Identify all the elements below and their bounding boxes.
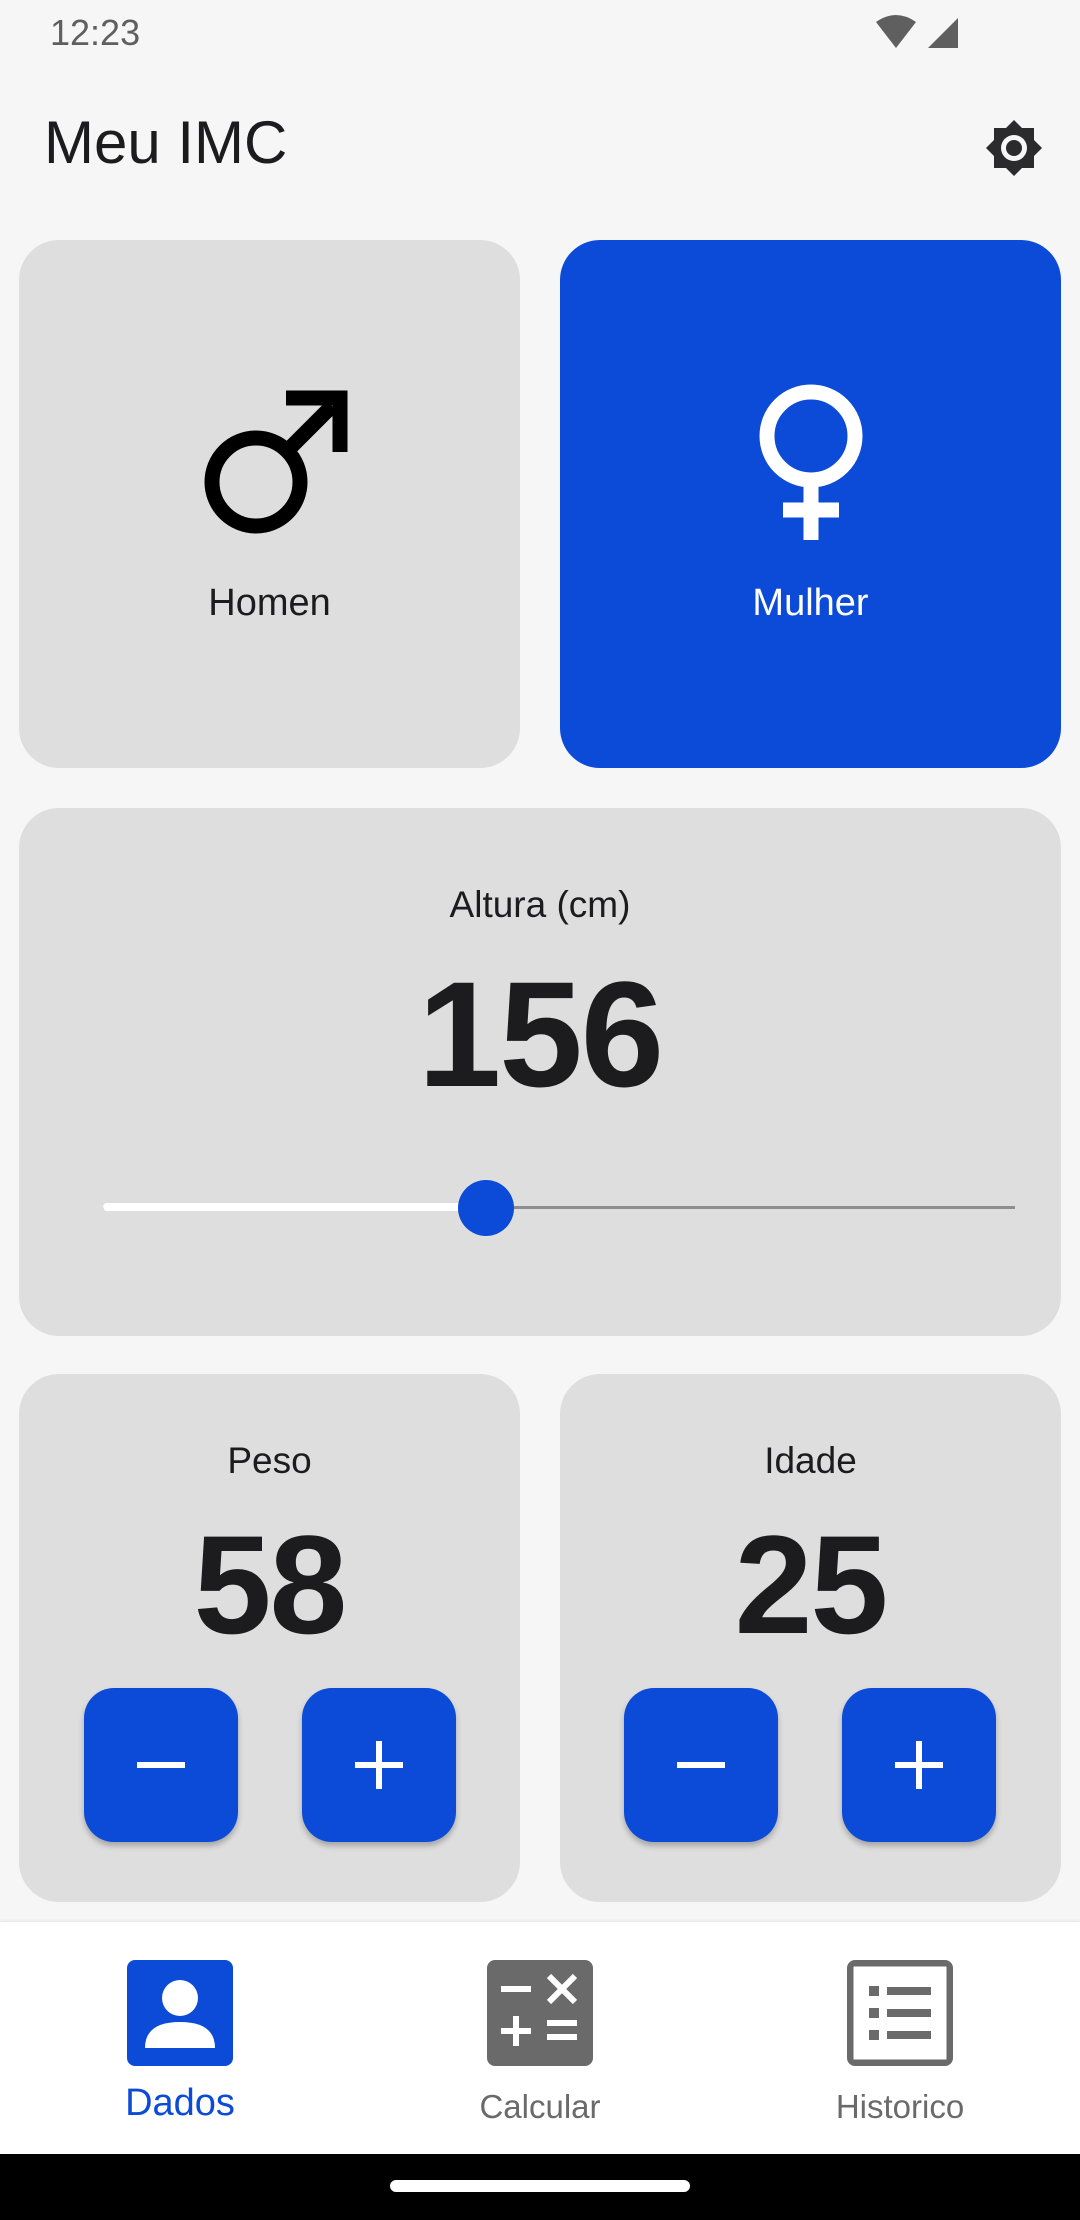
theme-toggle-button[interactable] xyxy=(978,112,1050,184)
height-slider[interactable] xyxy=(103,1178,1015,1238)
plus-icon xyxy=(895,1741,943,1789)
nav-label-calcular: Calcular xyxy=(479,2088,601,2125)
age-card: Idade 25 xyxy=(560,1374,1061,1902)
slider-thumb[interactable] xyxy=(458,1180,515,1236)
gender-female-label: Mulher xyxy=(752,581,869,624)
weight-increment-button[interactable] xyxy=(302,1688,456,1842)
bottom-navigation: Dados Calcular Historico xyxy=(0,1922,1080,2154)
age-title: Idade xyxy=(764,1440,857,1481)
height-title: Altura (cm) xyxy=(449,884,631,925)
gender-male-card[interactable]: Homen xyxy=(19,240,520,768)
status-time: 12:23 xyxy=(50,12,141,53)
nav-item-calcular[interactable]: Calcular xyxy=(360,1922,720,2154)
nav-item-dados[interactable]: Dados xyxy=(0,1922,360,2154)
age-value: 25 xyxy=(734,1506,889,1663)
minus-icon xyxy=(677,1762,725,1768)
brightness-settings-icon xyxy=(986,120,1042,176)
weight-decrement-button[interactable] xyxy=(84,1688,238,1842)
person-icon xyxy=(127,1960,233,2066)
calculator-icon xyxy=(487,1960,593,2066)
page-title: Meu IMC xyxy=(44,109,288,176)
gender-female-card[interactable]: Mulher xyxy=(560,240,1061,768)
male-icon xyxy=(204,390,347,533)
plus-icon xyxy=(355,1741,403,1789)
nav-item-historico[interactable]: Historico xyxy=(720,1922,1080,2154)
home-gesture-handle[interactable] xyxy=(390,2180,690,2192)
slider-active-track xyxy=(103,1203,487,1211)
status-bar: 12:23 xyxy=(0,0,1080,66)
gender-male-label: Homen xyxy=(208,581,331,624)
weight-title: Peso xyxy=(227,1440,312,1481)
system-navigation-bar xyxy=(0,2154,1080,2220)
age-increment-button[interactable] xyxy=(842,1688,996,1842)
signal-icon xyxy=(928,18,958,48)
height-value: 156 xyxy=(417,950,664,1118)
minus-icon xyxy=(137,1762,185,1768)
status-icons xyxy=(874,14,962,50)
age-decrement-button[interactable] xyxy=(624,1688,778,1842)
height-card: Altura (cm) 156 xyxy=(19,808,1061,1336)
app-bar: Meu IMC xyxy=(0,66,1080,216)
weight-card: Peso 58 xyxy=(19,1374,520,1902)
weight-value: 58 xyxy=(193,1506,348,1663)
female-icon xyxy=(759,384,862,540)
nav-label-historico: Historico xyxy=(835,2088,965,2125)
wifi-icon xyxy=(875,15,916,48)
list-icon xyxy=(847,1960,953,2066)
nav-label-dados: Dados xyxy=(125,2082,235,2124)
